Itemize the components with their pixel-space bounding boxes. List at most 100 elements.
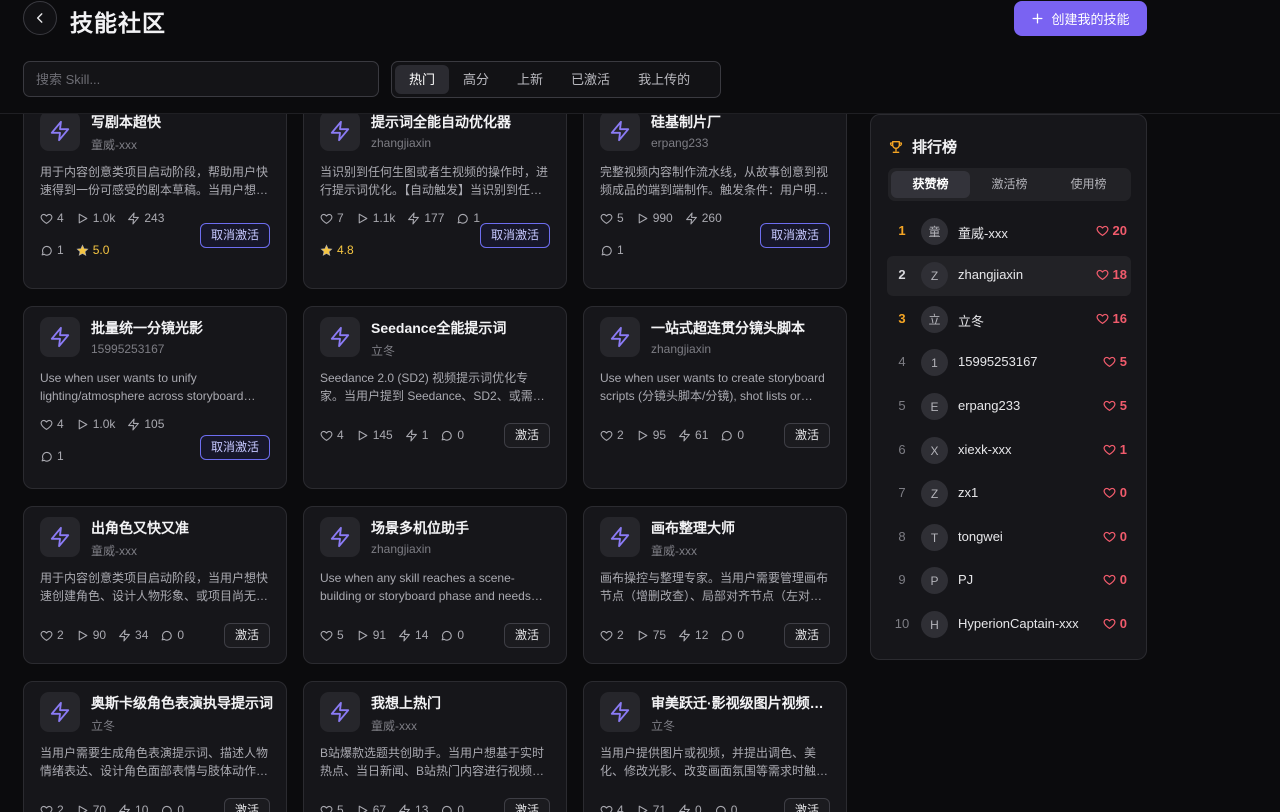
skill-title: 审美跃迁·影视级图片视频优化: [651, 695, 836, 711]
skill-author: 童威-xxx: [91, 138, 137, 152]
page-title: 技能社区: [70, 10, 166, 36]
like-stat: 2: [600, 428, 624, 442]
skill-icon-box: [40, 692, 80, 732]
activate-button[interactable]: 激活: [783, 798, 830, 812]
leaderboard-row[interactable]: 3 立 立冬 16: [887, 300, 1131, 340]
use-stat: 10: [118, 803, 148, 812]
lightning-small-icon: [408, 212, 420, 224]
activate-button[interactable]: 激活: [783, 423, 830, 448]
lightning-icon: [330, 326, 350, 348]
filter-tab-top-rated[interactable]: 高分: [449, 65, 503, 94]
user-name: zx1: [958, 485, 979, 500]
create-skill-button[interactable]: 创建我的技能: [1014, 1, 1147, 36]
skill-card[interactable]: 审美跃迁·影视级图片视频优化 立冬 当用户提供图片或视频，并提出调色、美化、修改…: [583, 681, 847, 812]
skill-card[interactable]: 场景多机位助手 zhangjiaxin Use when any skill r…: [303, 506, 567, 664]
view-stat: 90: [76, 628, 106, 642]
tab-usage-ranking[interactable]: 使用榜: [1049, 171, 1128, 198]
skill-card[interactable]: 批量统一分镜光影 15995253167 Use when user wants…: [23, 306, 287, 489]
heart-icon: [1103, 400, 1116, 411]
use-stat: 61: [678, 428, 708, 442]
activate-button[interactable]: 激活: [503, 423, 550, 448]
skill-card[interactable]: Seedance全能提示词 立冬 Seedance 2.0 (SD2) 视频提示…: [303, 306, 567, 489]
leaderboard-row[interactable]: 6 X xiexk-xxx 1: [887, 431, 1131, 471]
activate-button[interactable]: 激活: [503, 623, 550, 648]
search-input[interactable]: [23, 61, 379, 97]
leaderboard-row[interactable]: 1 童 童威-xxx 20: [887, 212, 1131, 252]
skill-card[interactable]: 写剧本超快 童威-xxx 用于内容创意类项目启动阶段，帮助用户快速得到一份可感受…: [23, 114, 287, 289]
user-name: 15995253167: [958, 354, 1038, 369]
skill-card[interactable]: 画布整理大师 童威-xxx 画布操控与整理专家。当用户需要管理画布节点（增删改查…: [583, 506, 847, 664]
comment-icon: [722, 430, 733, 441]
play-icon: [358, 213, 368, 223]
lightning-small-icon: [685, 212, 697, 224]
filter-tab-activated[interactable]: 已激活: [557, 65, 624, 94]
comment-icon: [41, 245, 52, 256]
rank-number: 9: [898, 572, 906, 587]
tab-activation-ranking[interactable]: 激活榜: [970, 171, 1049, 198]
leaderboard-row[interactable]: 2 Z zhangjiaxin 18: [887, 256, 1131, 296]
back-button[interactable]: [23, 1, 57, 35]
play-icon: [78, 630, 88, 640]
user-name: xiexk-xxx: [958, 442, 1012, 457]
filter-tab-new[interactable]: 上新: [503, 65, 557, 94]
skill-card[interactable]: 硅基制片厂 erpang233 完整视频内容制作流水线，从故事创意到视频成品的端…: [583, 114, 847, 289]
skill-description: Seedance 2.0 (SD2) 视频提示词优化专家。当用户提到 Seeda…: [320, 371, 545, 403]
heart-icon: [1103, 444, 1116, 455]
leaderboard-row[interactable]: 7 Z zx1 0: [887, 474, 1131, 514]
comment-stat: 1: [40, 243, 64, 257]
use-stat: 177: [407, 211, 444, 225]
skill-title: 写剧本超快: [91, 114, 161, 130]
lightning-small-icon: [119, 629, 130, 641]
deactivate-button[interactable]: 取消激活: [759, 223, 830, 248]
deactivate-button[interactable]: 取消激活: [479, 223, 550, 248]
skill-description: Use when any skill reaches a scene-build…: [320, 571, 531, 603]
skill-card[interactable]: 一站式超连贯分镜头脚本 zhangjiaxin Use when user wa…: [583, 306, 847, 489]
skill-stats: 2 95 61 0: [600, 428, 744, 442]
activate-button[interactable]: 激活: [503, 798, 550, 812]
like-count: 0: [1103, 572, 1127, 587]
star-icon: [320, 243, 333, 256]
like-count: 16: [1096, 311, 1127, 326]
comment-icon: [41, 451, 52, 462]
activate-button[interactable]: 激活: [783, 623, 830, 648]
play-icon: [78, 419, 88, 429]
rank-number: 1: [898, 223, 906, 238]
leaderboard-row[interactable]: 4 1 15995253167 5: [887, 343, 1131, 383]
filter-tab-hot[interactable]: 热门: [395, 65, 450, 94]
skill-card[interactable]: 奥斯卡级角色表演执导提示词 立冬 当用户需要生成角色表演提示词、描述人物情绪表达…: [23, 681, 287, 812]
comment-stat: 1: [456, 211, 480, 225]
filter-tab-my-uploads[interactable]: 我上传的: [624, 65, 704, 94]
rating-stat: 5.0: [76, 243, 109, 257]
leaderboard-row[interactable]: 8 T tongwei 0: [887, 518, 1131, 558]
like-stat: 2: [40, 628, 64, 642]
comment-stat: 0: [160, 628, 184, 642]
skill-stats: 4 71 0 0: [600, 803, 737, 812]
leaderboard-row[interactable]: 10 H HyperionCaptain-xxx 0: [887, 605, 1131, 645]
like-stat: 2: [40, 803, 64, 812]
skill-stats: 4 145 1 0: [320, 428, 464, 442]
skill-card[interactable]: 提示词全能自动优化器 zhangjiaxin 当识别到任何生图或者生视频的操作时…: [303, 114, 567, 289]
rank-number: 10: [894, 616, 910, 631]
skill-stats: 2 75 12 0: [600, 628, 744, 642]
leaderboard-row[interactable]: 5 E erpang233 5: [887, 387, 1131, 427]
skill-card[interactable]: 出角色又快又准 童威-xxx 用于内容创意类项目启动阶段，当用户想快速创建角色、…: [23, 506, 287, 664]
comment-stat: 0: [440, 428, 464, 442]
lightning-small-icon: [399, 804, 410, 812]
leaderboard-header: 排行榜: [888, 136, 957, 157]
deactivate-button[interactable]: 取消激活: [199, 223, 270, 248]
user-name: 立冬: [958, 314, 985, 329]
activate-button[interactable]: 激活: [223, 623, 270, 648]
leaderboard-row[interactable]: 9 P PJ 0: [887, 561, 1131, 601]
like-count: 0: [1103, 485, 1127, 500]
lightning-icon: [610, 701, 630, 723]
activate-button[interactable]: 激活: [223, 798, 270, 812]
comment-stat: 0: [440, 803, 464, 812]
tab-likes-ranking[interactable]: 获赞榜: [891, 171, 970, 198]
comment-stat: 0: [440, 628, 464, 642]
skill-grid[interactable]: 写剧本超快 童威-xxx 用于内容创意类项目启动阶段，帮助用户快速得到一份可感受…: [0, 114, 860, 812]
deactivate-button[interactable]: 取消激活: [199, 435, 270, 460]
filter-tabs: 热门 高分 上新 已激活 我上传的: [391, 61, 721, 98]
skill-author: 立冬: [371, 344, 396, 358]
skill-card[interactable]: 我想上热门 童威-xxx B站爆款选题共创助手。当用户想基于实时热点、当日新闻、…: [303, 681, 567, 812]
skill-stats-secondary: 4.8: [320, 243, 354, 257]
